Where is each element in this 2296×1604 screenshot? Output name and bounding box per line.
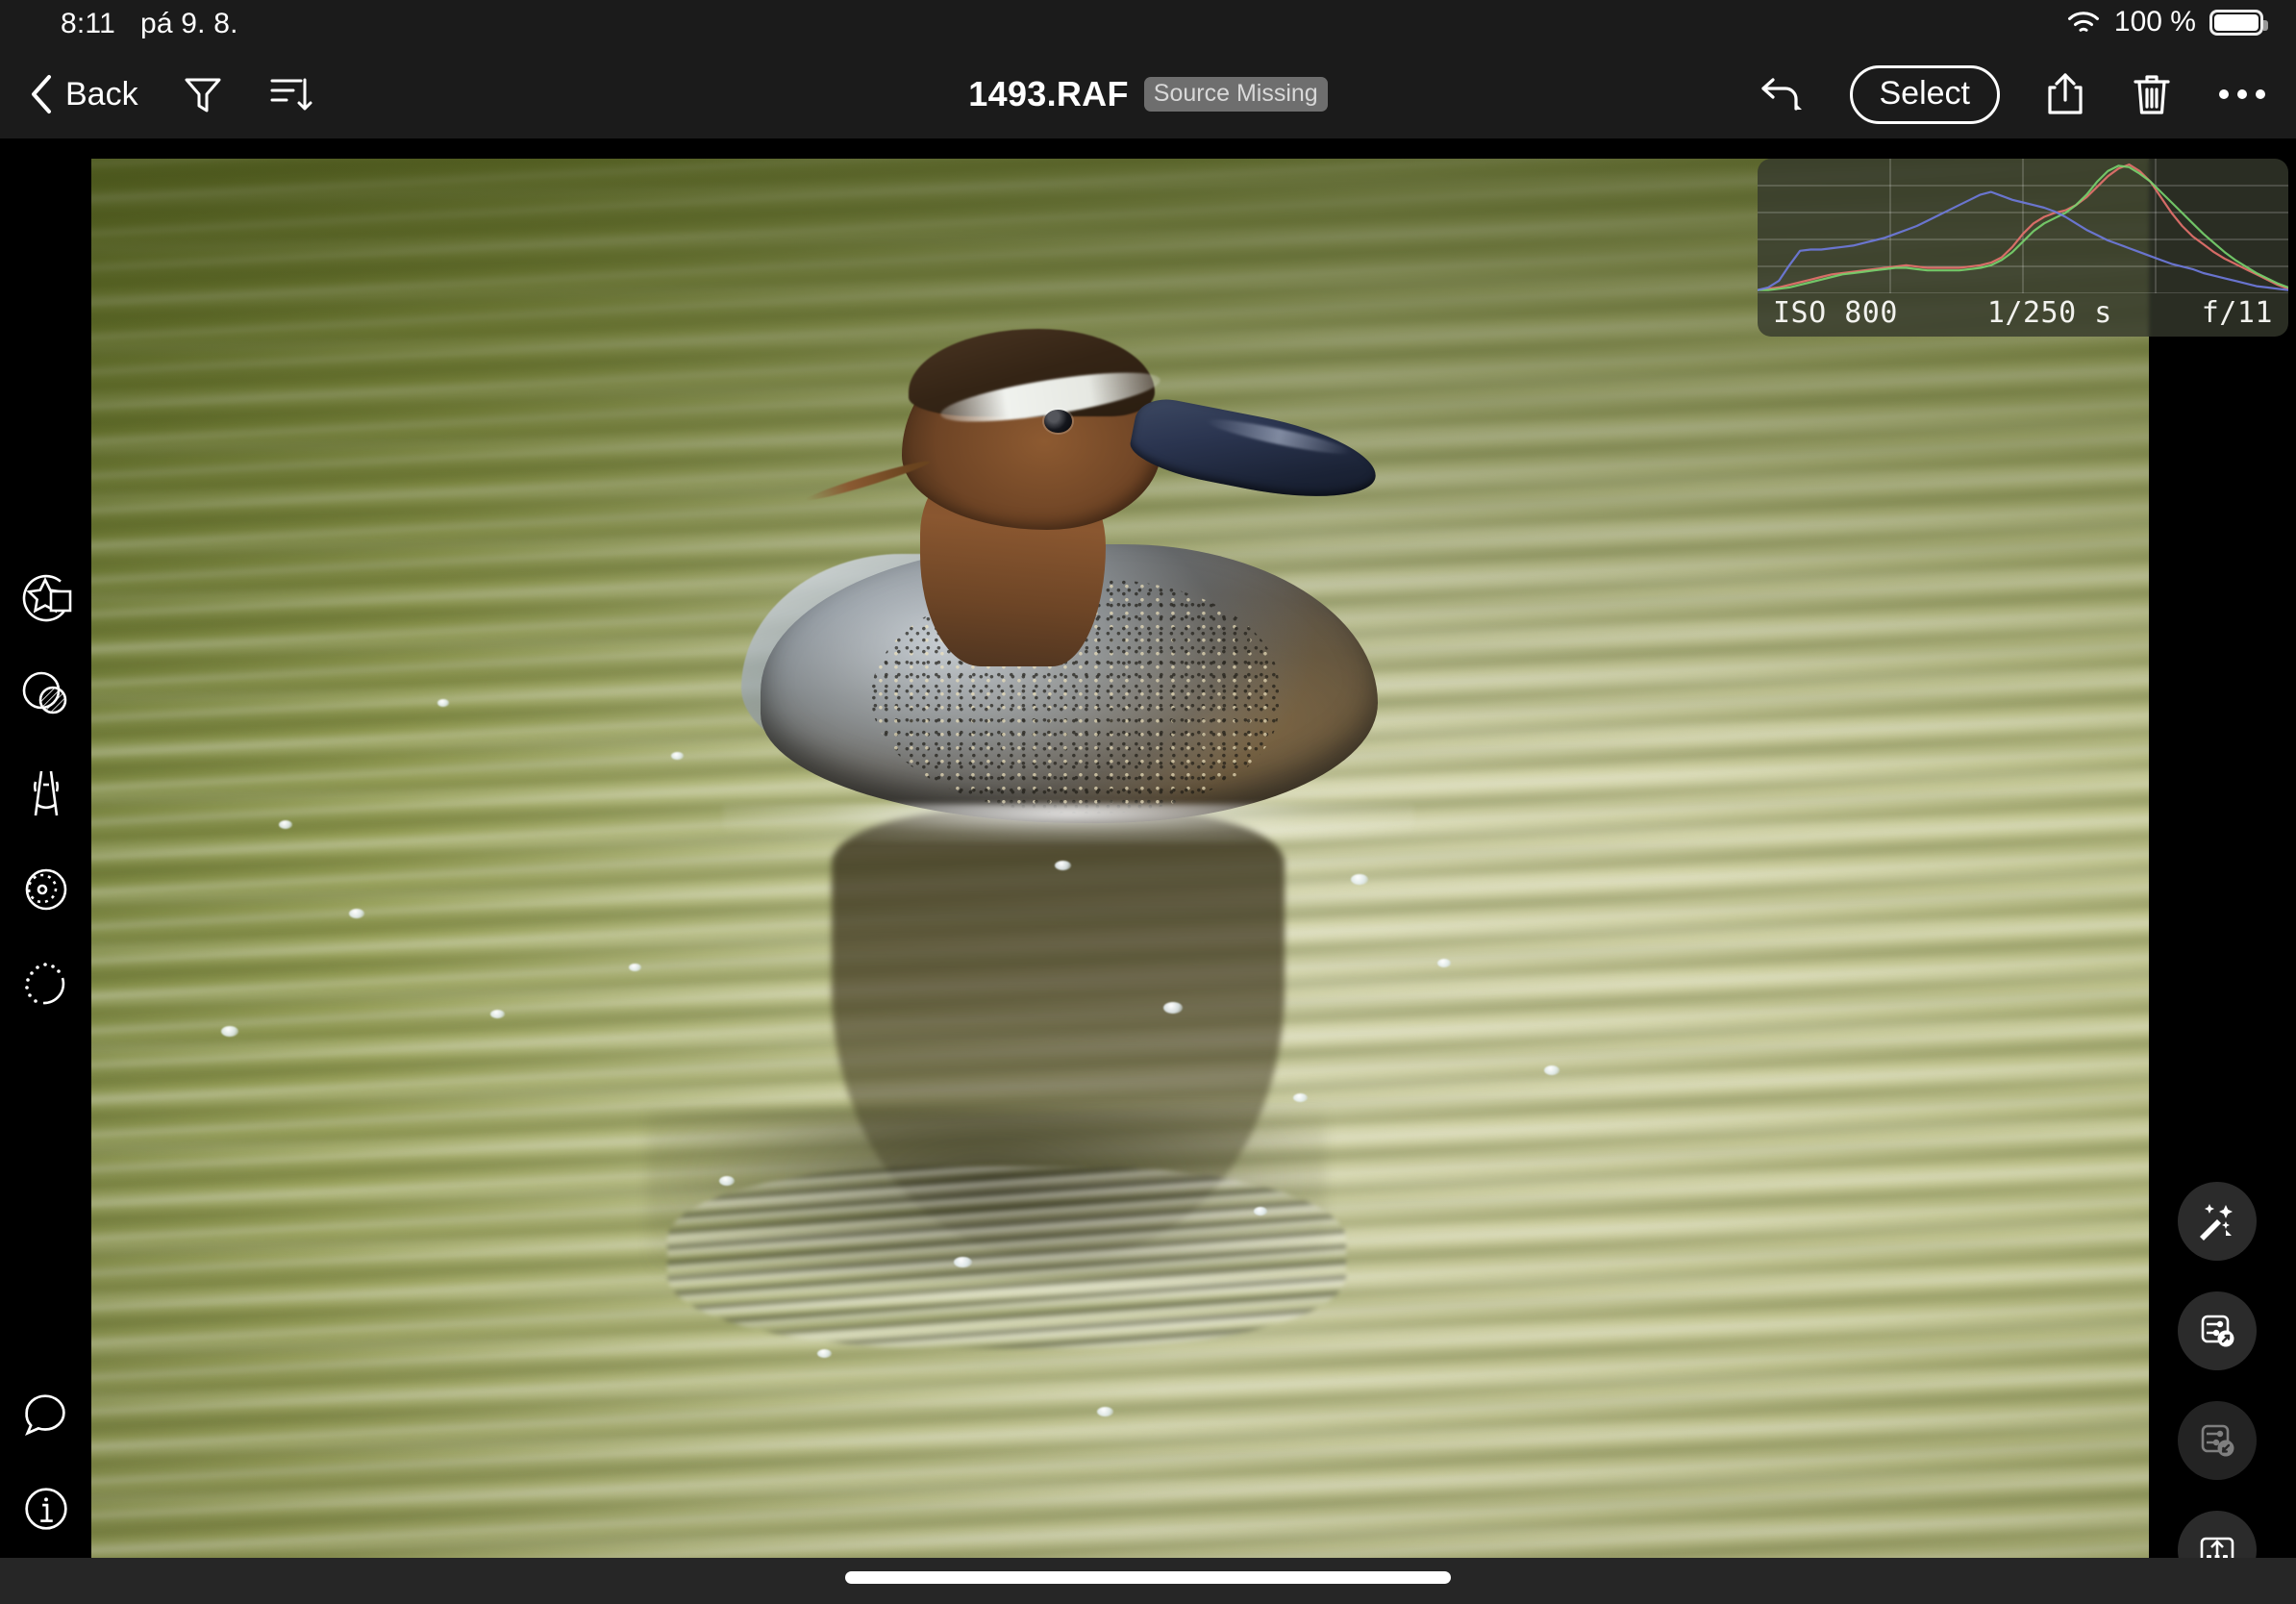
share-button[interactable] — [2044, 70, 2086, 118]
undo-arrow-icon — [1760, 78, 1802, 111]
dotted-arc-icon — [24, 963, 64, 1005]
undo-button[interactable] — [1758, 72, 1806, 116]
heal-tool[interactable] — [14, 951, 78, 1015]
left-tool-rail — [0, 138, 91, 1604]
paste-adjustments-button[interactable] — [2178, 1401, 2257, 1480]
delete-button[interactable] — [2131, 70, 2173, 118]
clock: 8:11 — [61, 8, 115, 39]
histogram-svg — [1758, 159, 2288, 293]
magic-wand-icon — [2200, 1204, 2233, 1241]
photo-viewer[interactable] — [91, 159, 2149, 1558]
shutter-value: 1/250 s — [1986, 296, 2112, 330]
auto-adjust-button[interactable] — [2178, 1182, 2257, 1261]
comments-tool[interactable] — [14, 1384, 78, 1447]
date-label: pá 9. 8. — [139, 8, 238, 39]
sliders-arrow-out-icon — [2201, 1315, 2234, 1347]
info-tool[interactable] — [14, 1477, 78, 1541]
histogram-plot — [1758, 159, 2288, 293]
rate-and-tag-tool[interactable] — [14, 566, 78, 630]
status-bar-right: 100 % — [2066, 6, 2268, 38]
photo-image — [91, 159, 2149, 1558]
right-action-rail — [2149, 138, 2296, 1604]
iso-value: ISO 800 — [1773, 296, 1898, 330]
histogram-metadata: ISO 800 1/250 s f/11 — [1758, 293, 2288, 337]
navigation-bar: Back 1493.RAF Source Missing Select — [0, 50, 2296, 138]
capture-one-ipad-viewer: ISO 800 1/250 s f/11 8:11 pá 9. 8. 100 %… — [0, 0, 2296, 1604]
photo-vignette — [91, 159, 2149, 1558]
layers-tool[interactable] — [14, 663, 78, 726]
bottom-bar — [0, 1558, 2296, 1604]
page-title: 1493.RAF — [968, 74, 1129, 113]
home-indicator[interactable] — [845, 1571, 1451, 1584]
histogram-panel[interactable]: ISO 800 1/250 s f/11 — [1758, 159, 2288, 337]
ellipsis-icon — [2219, 89, 2265, 99]
trash-icon — [2134, 75, 2170, 114]
crop-keystone-tool[interactable] — [14, 762, 78, 825]
speech-bubble-icon — [24, 1394, 65, 1437]
sliders-arrow-in-icon — [2201, 1424, 2234, 1457]
status-bar-left: 8:11 pá 9. 8. — [61, 8, 238, 40]
share-up-icon — [2048, 73, 2083, 114]
status-bar: 8:11 pá 9. 8. 100 % — [0, 0, 2296, 50]
battery-full-icon — [2209, 9, 2268, 36]
spot-removal-tool[interactable] — [14, 858, 78, 921]
layers-mask-icon — [22, 671, 66, 714]
keystone-icon — [33, 770, 59, 816]
aperture-value: f/11 — [2201, 296, 2273, 330]
star-square-circle-icon — [22, 574, 71, 622]
info-circle-icon — [24, 1488, 67, 1530]
wifi-icon — [2066, 9, 2101, 36]
status-badge: Source Missing — [1143, 76, 1328, 113]
more-options-button[interactable] — [2217, 85, 2267, 104]
battery-percent: 100 % — [2113, 6, 2196, 38]
select-button[interactable]: Select — [1849, 64, 2000, 124]
nav-bar-right: Select — [1758, 50, 2268, 138]
dotted-circle-dot-icon — [25, 868, 66, 911]
copy-adjustments-button[interactable] — [2178, 1291, 2257, 1370]
